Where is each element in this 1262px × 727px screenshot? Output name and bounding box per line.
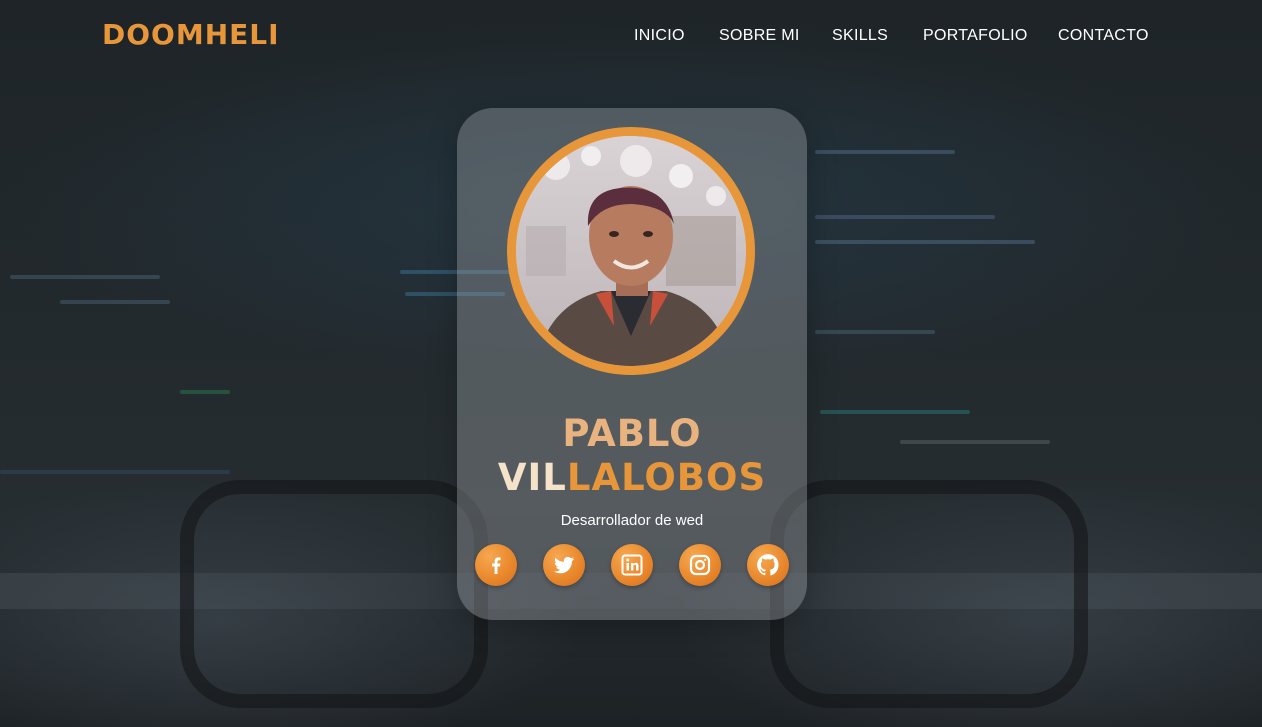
profile-last-name: VILLALOBOS <box>457 456 807 500</box>
nav-item-portafolio[interactable]: PORTAFOLIO <box>923 27 1028 45</box>
instagram-icon <box>689 554 711 576</box>
nav-item-sobre-mi[interactable]: SOBRE MI <box>719 27 800 45</box>
profile-first-name: PABLO <box>562 412 702 455</box>
profile-last-name-part1: VIL <box>497 456 567 499</box>
facebook-link[interactable] <box>475 544 517 586</box>
nav-item-skills[interactable]: SKILLS <box>832 27 888 45</box>
github-icon <box>757 554 779 576</box>
twitter-link[interactable] <box>543 544 585 586</box>
github-link[interactable] <box>747 544 789 586</box>
nav-item-inicio[interactable]: INICIO <box>634 27 685 45</box>
profile-last-name-part2: LALOBOS <box>566 456 767 499</box>
nav-item-contacto[interactable]: CONTACTO <box>1058 27 1149 45</box>
linkedin-icon <box>621 554 643 576</box>
linkedin-link[interactable] <box>611 544 653 586</box>
profile-card: PABLO VILLALOBOS Desarrollador de wed <box>457 108 807 620</box>
avatar-photo <box>516 136 746 366</box>
twitter-icon <box>554 556 574 574</box>
avatar <box>507 127 755 375</box>
profile-name: PABLO VILLALOBOS <box>457 412 807 500</box>
profile-role: Desarrollador de wed <box>560 512 704 529</box>
main-nav: INICIO SOBRE MI SKILLS PORTAFOLIO CONTAC… <box>0 27 1262 47</box>
social-links <box>475 544 795 586</box>
facebook-icon <box>492 557 501 574</box>
instagram-link[interactable] <box>679 544 721 586</box>
